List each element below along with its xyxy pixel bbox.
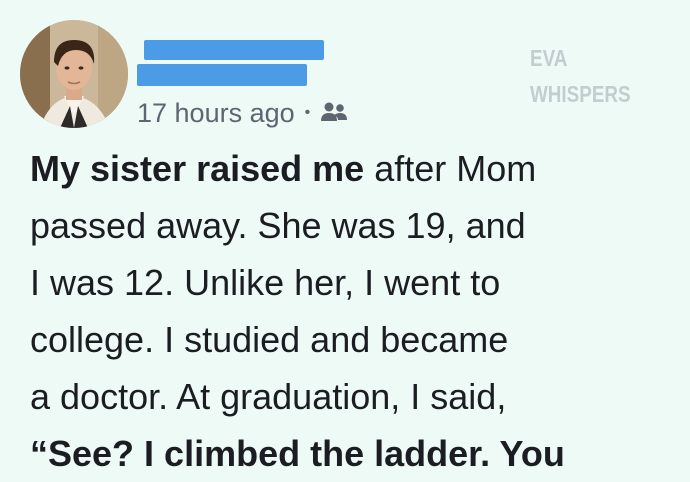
post-line: My sister raised me after Mom — [30, 140, 670, 197]
avatar[interactable] — [20, 20, 128, 128]
post-line: I was 12. Unlike her, I went to — [30, 262, 501, 303]
post-line: a doctor. At graduation, I said, — [30, 376, 507, 417]
timestamp[interactable]: 17 hours ago — [137, 98, 295, 129]
post-line: passed away. She was 19, and — [30, 205, 526, 246]
profile-photo — [20, 20, 128, 128]
watermark: EVA WHISPERS — [530, 40, 631, 112]
post-meta: 17 hours ago • — [137, 98, 348, 128]
watermark-line-1: EVA — [530, 45, 568, 71]
friends-icon[interactable] — [320, 101, 348, 125]
post-text: after Mom — [364, 148, 537, 189]
meta-separator: • — [304, 104, 311, 121]
post-text-bold: “See? I climbed the ladder. You — [30, 433, 565, 474]
post-text-bold: My sister raised me — [30, 148, 365, 189]
post-body: My sister raised me after Mom passed awa… — [30, 140, 670, 482]
redacted-name-bar — [137, 64, 307, 86]
post-line: “See? I climbed the ladder. You — [30, 425, 670, 482]
redacted-name-bar — [144, 40, 324, 60]
post-line: college. I studied and became — [30, 319, 509, 360]
watermark-line-2: WHISPERS — [530, 81, 631, 107]
